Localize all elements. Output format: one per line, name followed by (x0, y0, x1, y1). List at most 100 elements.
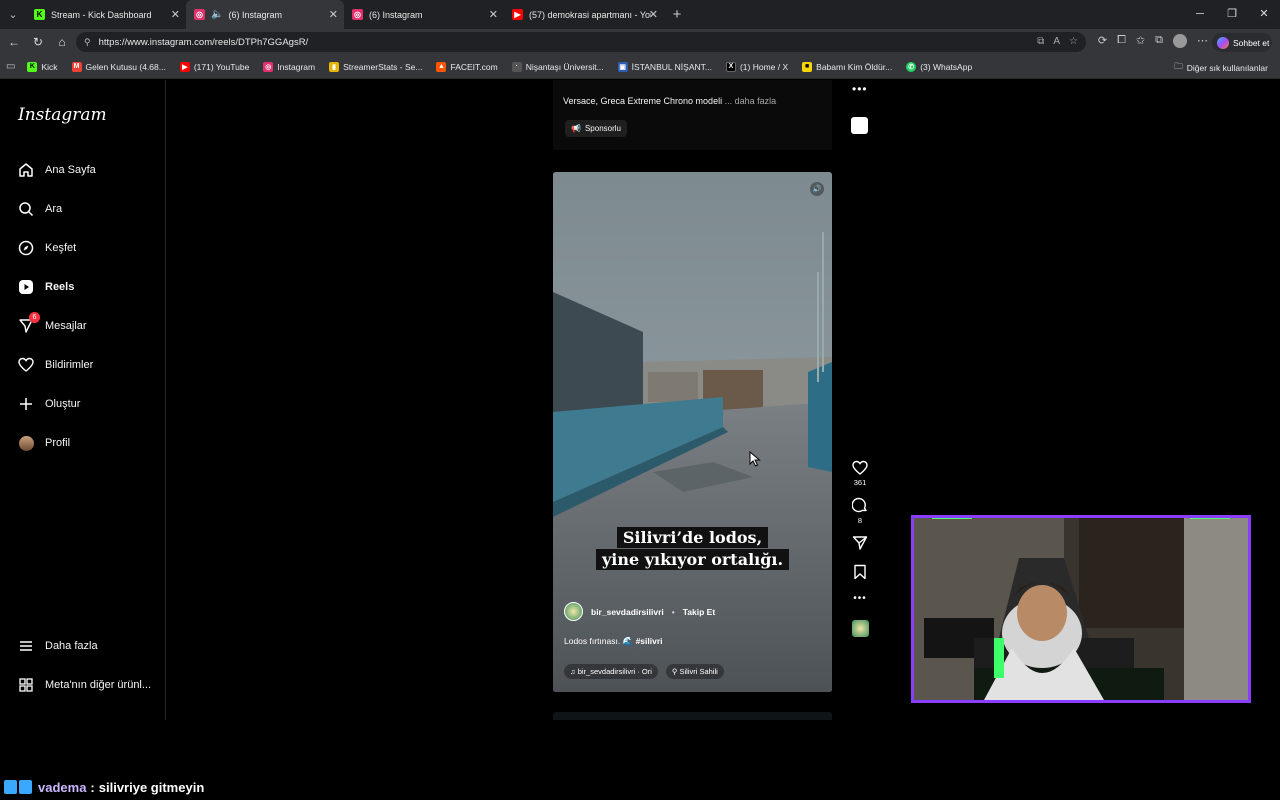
more-link[interactable]: ... daha fazla (725, 96, 777, 106)
bookmark-kick[interactable]: K Kick (27, 61, 58, 72)
audio-thumbnail[interactable] (851, 117, 868, 134)
description-text: Lodos fırtınası. (564, 636, 621, 646)
profile-avatar[interactable] (1173, 34, 1187, 48)
kick-badges-icon (4, 780, 32, 794)
bookmark-x[interactable]: X (1) Home / X (725, 61, 788, 72)
sidebar-item-explore[interactable]: Keşfet (18, 240, 76, 256)
other-favorites[interactable]: 🗀 Diğer sık kullanılanlar (1174, 61, 1268, 75)
next-reel-preview[interactable] (553, 712, 832, 720)
sidebar-item-reels[interactable]: Reels (18, 279, 74, 295)
window-controls: ─ ❐ ✕ (1184, 0, 1280, 29)
bookmark-istanbul-nisantasi[interactable]: ▣ İSTANBUL NİŞANT... (617, 61, 712, 72)
sidebar-item-label: Reels (45, 281, 75, 293)
sidebar-item-label: Meta'nın diğer ürünl... (45, 679, 152, 691)
url-text: https://www.instagram.com/reels/DTPh7GGA… (98, 36, 309, 48)
sidebar-item-messages[interactable]: 6 Mesajlar (18, 312, 87, 334)
chat-message-text: silivriye gitmeyin (98, 779, 205, 795)
instagram-logo[interactable]: Instagram (18, 105, 107, 125)
post-caption: Versace, Greca Extreme Chrono modeli ...… (563, 96, 776, 106)
bookmark-label: Instagram (277, 61, 316, 72)
close-icon[interactable]: ✕ (171, 8, 180, 21)
more-menu-icon[interactable]: ⋯ (1197, 34, 1208, 48)
location-pill[interactable]: ⚲ Silivri Sahili (665, 664, 724, 679)
close-icon[interactable]: ✕ (489, 8, 498, 21)
follow-button[interactable]: Takip Et (683, 607, 715, 617)
extensions-icon[interactable]: ⟳ (1098, 34, 1107, 48)
bookmark-youtube[interactable]: ▶ (171) YouTube (179, 61, 249, 72)
sidebar-item-profile[interactable]: Profil (18, 435, 70, 451)
bookmark-whatsapp[interactable]: ✆ (3) WhatsApp (906, 61, 972, 72)
copilot-chat-button[interactable]: Sohbet et (1212, 33, 1272, 52)
audio-pill[interactable]: ♫ bir_sevdadirsilivri · Ori (564, 664, 658, 679)
reel-video[interactable]: 🔊 Silivri’de lodos, yine yıkıyor ortalığ… (553, 172, 832, 692)
sidebar-item-more[interactable]: Daha fazla (18, 638, 98, 654)
audio-thumbnail[interactable] (851, 620, 869, 637)
movie-icon: ■ (802, 61, 813, 72)
close-icon[interactable]: ✕ (329, 8, 338, 21)
tab-search-chevron-icon[interactable]: ⌄ (0, 0, 26, 29)
overlay-line-2: yine yıkıyor ortalığı. (595, 549, 790, 570)
heart-icon (18, 357, 34, 373)
collections-icon[interactable]: ⧉ (1155, 34, 1163, 48)
tab-actions-icon[interactable]: ▭ (6, 61, 15, 72)
bookmark-streamerstats[interactable]: ▮ StreamerStats - Se... (329, 61, 423, 72)
sidebar-item-label: Bildirimler (45, 359, 94, 371)
like-button[interactable]: 361 (852, 460, 868, 487)
more-options-icon[interactable]: ••• (853, 593, 867, 604)
read-aloud-icon[interactable]: A (1053, 36, 1060, 47)
close-icon[interactable]: ✕ (649, 8, 658, 21)
open-in-app-icon[interactable]: ⧉ (1037, 36, 1044, 47)
restore-icon[interactable]: ❐ (1216, 0, 1248, 29)
favorites-icon[interactable]: ✩ (1136, 34, 1145, 48)
url-bar[interactable]: ⚲ https://www.instagram.com/reels/DTPh7G… (76, 32, 1086, 52)
hashtag-link[interactable]: #silivri (636, 636, 663, 646)
bookmark-faceit[interactable]: ▲ FACEIT.com (436, 61, 498, 72)
bookmark-nisantasi[interactable]: · Nişantaşı Üniversit... (511, 61, 604, 72)
bookmark-label: StreamerStats - Se... (343, 61, 423, 72)
sidebar-item-create[interactable]: Oluştur (18, 396, 80, 412)
tab-label: (6) Instagram (369, 9, 423, 20)
tab-kick-dashboard[interactable]: K Stream - Kick Dashboard ✕ (26, 0, 186, 29)
sidebar-item-notifications[interactable]: Bildirimler (18, 357, 93, 373)
author-avatar[interactable] (564, 602, 583, 621)
youtube-icon: ▶ (512, 9, 523, 20)
toolbar-right-icons: ⟳ ⧠ ✩ ⧉ ⋯ (1098, 34, 1208, 48)
tab-instagram[interactable]: ◎ (6) Instagram ✕ (344, 0, 504, 29)
favorite-star-icon[interactable]: ☆ (1069, 36, 1078, 47)
reload-icon[interactable]: ↻ (26, 35, 50, 49)
location-label: Silivri Sahili (679, 667, 718, 676)
sponsored-badge[interactable]: 📢 Sponsorlu (565, 120, 627, 137)
save-button[interactable] (853, 564, 867, 583)
comment-button[interactable]: 8 (852, 497, 868, 525)
tab-instagram-active[interactable]: ◎ 🔈 (6) Instagram ✕ (186, 0, 344, 29)
bookmark-label: Kick (41, 61, 58, 72)
volume-icon[interactable]: 🔊 (810, 182, 824, 196)
new-tab-button[interactable]: + (664, 6, 690, 23)
sidebar-item-search[interactable]: Ara (18, 201, 62, 217)
copilot-icon (1217, 36, 1229, 49)
share-button[interactable] (852, 535, 868, 554)
chat-separator: : (90, 779, 95, 795)
bookmark-gmail[interactable]: M Gelen Kutusu (4.68... (71, 61, 166, 72)
whatsapp-icon: ✆ (906, 61, 917, 72)
home-icon[interactable]: ⌂ (50, 35, 74, 49)
minimize-icon[interactable]: ─ (1184, 0, 1216, 29)
close-window-icon[interactable]: ✕ (1248, 0, 1280, 29)
speaker-muted-icon[interactable]: 🔈 (211, 9, 223, 20)
sidebar-item-meta[interactable]: Meta'nın diğer ürünl... (18, 677, 151, 693)
bookmark-babami[interactable]: ■ Babamı Kim Öldür... (802, 61, 892, 72)
author-username[interactable]: bir_sevdadirsilivri (591, 607, 664, 617)
video-caption-overlay: Silivri’de lodos, yine yıkıyor ortalığı. (595, 527, 790, 571)
x-icon: X (725, 61, 736, 72)
instagram-icon: ◎ (352, 9, 363, 20)
split-screen-icon[interactable]: ⧠ (1117, 34, 1126, 48)
more-options-icon[interactable]: ••• (852, 82, 868, 96)
university-icon: ▣ (617, 61, 628, 72)
back-icon[interactable]: ← (2, 35, 26, 49)
caption-text: Versace, Greca Extreme Chrono modeli (563, 96, 723, 106)
sidebar-item-home[interactable]: Ana Sayfa (18, 162, 96, 178)
site-info-icon[interactable]: ⚲ (84, 37, 91, 48)
bar-chart-icon: ▮ (329, 61, 340, 72)
tab-youtube[interactable]: ▶ (57) demokrasi apartmanı - YouTu ✕ (504, 0, 664, 29)
bookmark-instagram[interactable]: ◎ Instagram (263, 61, 316, 72)
